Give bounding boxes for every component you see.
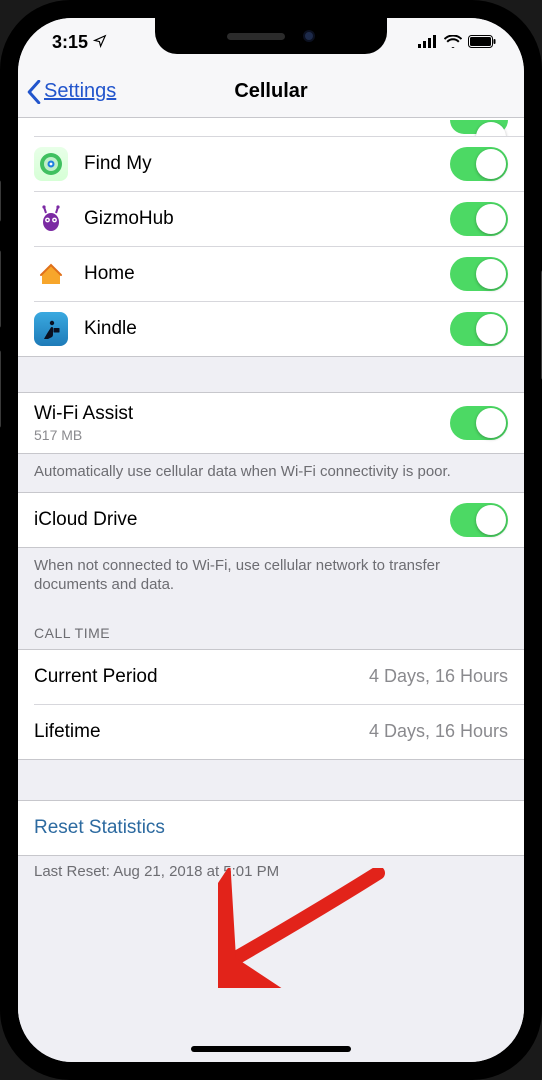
app-toggle[interactable]: [450, 257, 508, 291]
icloud-drive-row[interactable]: iCloud Drive: [18, 493, 524, 547]
apps-group: Find My: [18, 118, 524, 356]
last-reset-footer: Last Reset: Aug 21, 2018 at 5:01 PM: [18, 856, 524, 892]
cellular-signal-icon: [418, 32, 438, 53]
screen: 3:15: [18, 18, 524, 1062]
app-toggle[interactable]: [450, 120, 508, 134]
app-row-gizmohub[interactable]: GizmoHub: [18, 192, 524, 246]
location-icon: [93, 32, 107, 53]
reset-statistics-label: Reset Statistics: [34, 817, 165, 839]
chevron-left-icon: [26, 80, 42, 104]
notch: [155, 18, 387, 54]
back-label: Settings: [44, 80, 116, 103]
mute-switch: [0, 180, 1, 222]
home-indicator[interactable]: [191, 1046, 351, 1052]
home-icon: [34, 257, 68, 291]
wifi-assist-footer: Automatically use cellular data when Wi-…: [18, 454, 524, 492]
find-my-icon: [34, 147, 68, 181]
back-button[interactable]: Settings: [26, 66, 116, 117]
reset-group: Reset Statistics: [18, 801, 524, 855]
current-period-value: 4 Days, 16 Hours: [369, 666, 508, 687]
icloud-drive-toggle[interactable]: [450, 503, 508, 537]
front-camera: [303, 30, 315, 42]
wifi-assist-usage: 517 MB: [34, 427, 450, 443]
speaker: [227, 33, 285, 40]
app-label: Kindle: [84, 318, 450, 340]
lifetime-row: Lifetime 4 Days, 16 Hours: [18, 705, 524, 759]
status-time: 3:15: [52, 32, 88, 53]
icloud-drive-group: iCloud Drive: [18, 493, 524, 547]
call-time-header: CALL TIME: [18, 605, 524, 649]
call-time-group: Current Period 4 Days, 16 Hours Lifetime…: [18, 650, 524, 759]
kindle-icon: [34, 312, 68, 346]
app-label: Home: [84, 263, 450, 285]
wifi-assist-group: Wi-Fi Assist 517 MB: [18, 393, 524, 453]
battery-icon: [468, 32, 496, 53]
phone-frame: 3:15: [0, 0, 542, 1080]
app-toggle[interactable]: [450, 312, 508, 346]
nav-title: Cellular: [234, 80, 307, 103]
app-row-find-my[interactable]: Find My: [18, 137, 524, 191]
lifetime-label: Lifetime: [34, 721, 369, 743]
wifi-assist-row[interactable]: Wi-Fi Assist 517 MB: [18, 393, 524, 453]
status-right: [418, 32, 496, 53]
wifi-icon: [444, 32, 462, 53]
app-row-kindle[interactable]: Kindle: [18, 302, 524, 356]
wifi-assist-label: Wi-Fi Assist: [34, 403, 450, 425]
app-toggle[interactable]: [450, 147, 508, 181]
content[interactable]: Find My: [18, 118, 524, 1062]
app-row-cut[interactable]: [18, 118, 524, 136]
icloud-drive-label: iCloud Drive: [34, 509, 450, 531]
icloud-drive-footer: When not connected to Wi-Fi, use cellula…: [18, 548, 524, 605]
nav-bar: Settings Cellular: [18, 66, 524, 118]
app-toggle[interactable]: [450, 202, 508, 236]
current-period-row: Current Period 4 Days, 16 Hours: [18, 650, 524, 704]
reset-statistics-button[interactable]: Reset Statistics: [18, 801, 524, 855]
gizmohub-icon: [34, 202, 68, 236]
app-label: GizmoHub: [84, 208, 450, 230]
status-left: 3:15: [52, 32, 107, 53]
app-row-home[interactable]: Home: [18, 247, 524, 301]
volume-up-button: [0, 250, 1, 328]
volume-down-button: [0, 350, 1, 428]
wifi-assist-toggle[interactable]: [450, 406, 508, 440]
current-period-label: Current Period: [34, 666, 369, 688]
app-label: Find My: [84, 153, 450, 175]
lifetime-value: 4 Days, 16 Hours: [369, 721, 508, 742]
